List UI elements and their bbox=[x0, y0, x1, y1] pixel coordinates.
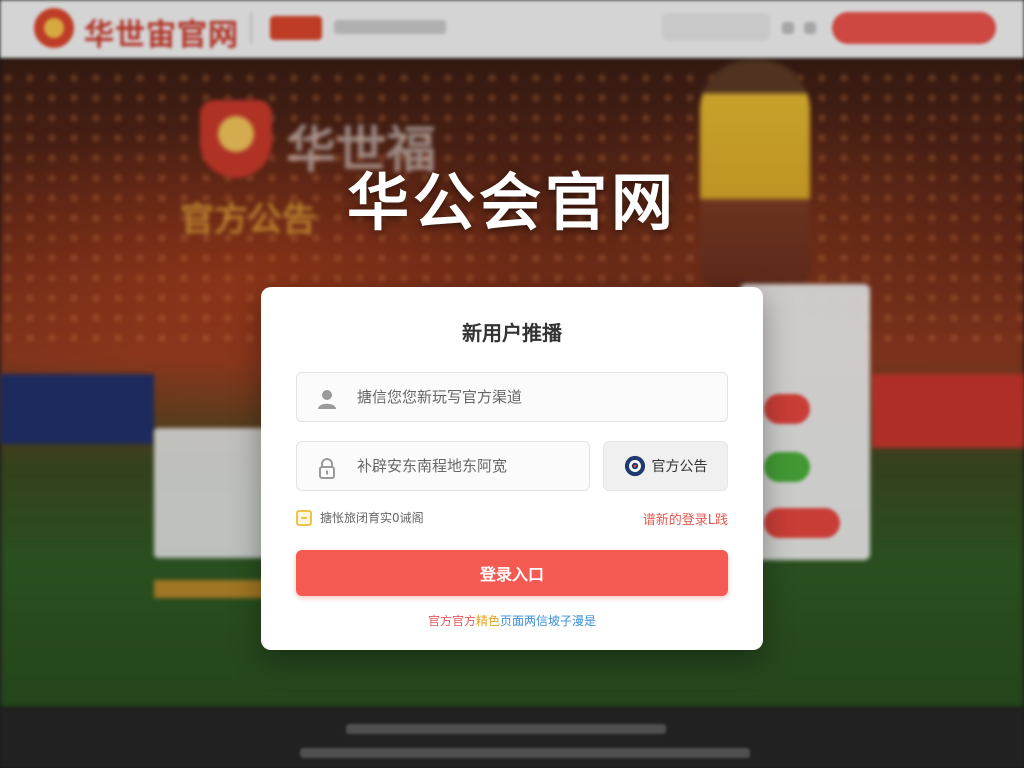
hero-title: 华公会官网 bbox=[346, 166, 677, 239]
password-input[interactable] bbox=[357, 442, 583, 490]
login-card-title: 新用户推播 bbox=[462, 321, 562, 345]
official-notice-button[interactable]: 官方公告 bbox=[603, 441, 728, 491]
official-notice-label: 官方公告 bbox=[651, 459, 708, 475]
username-field[interactable] bbox=[296, 372, 728, 422]
user-icon bbox=[318, 390, 336, 409]
latest-login-link[interactable]: 谱新的登录L践 bbox=[643, 509, 728, 528]
footer-tip-part1: 官方官方 bbox=[427, 614, 476, 628]
login-button[interactable]: 登录入口 bbox=[296, 550, 728, 596]
remember-checkbox[interactable] bbox=[296, 509, 312, 526]
remember-option[interactable]: 搪怅旅闭育实0诫阁 bbox=[296, 509, 424, 526]
footer-tip: 官方官方精色页面两信坡子漫是 bbox=[261, 612, 763, 629]
login-card: 新用户推播 官方公告 搪怅旅闭育实0诫阁 谱新的登录L践 登录入口 官方官方精色… bbox=[261, 287, 763, 650]
remember-label: 搪怅旅闭育实0诫阁 bbox=[320, 511, 424, 525]
username-input[interactable] bbox=[357, 373, 717, 421]
password-field[interactable] bbox=[296, 441, 590, 491]
target-icon bbox=[624, 455, 645, 477]
lock-icon bbox=[319, 458, 335, 479]
footer-tip-part2: 精色 bbox=[475, 614, 500, 628]
footer-tip-part3: 页面两信坡子漫是 bbox=[500, 614, 597, 628]
